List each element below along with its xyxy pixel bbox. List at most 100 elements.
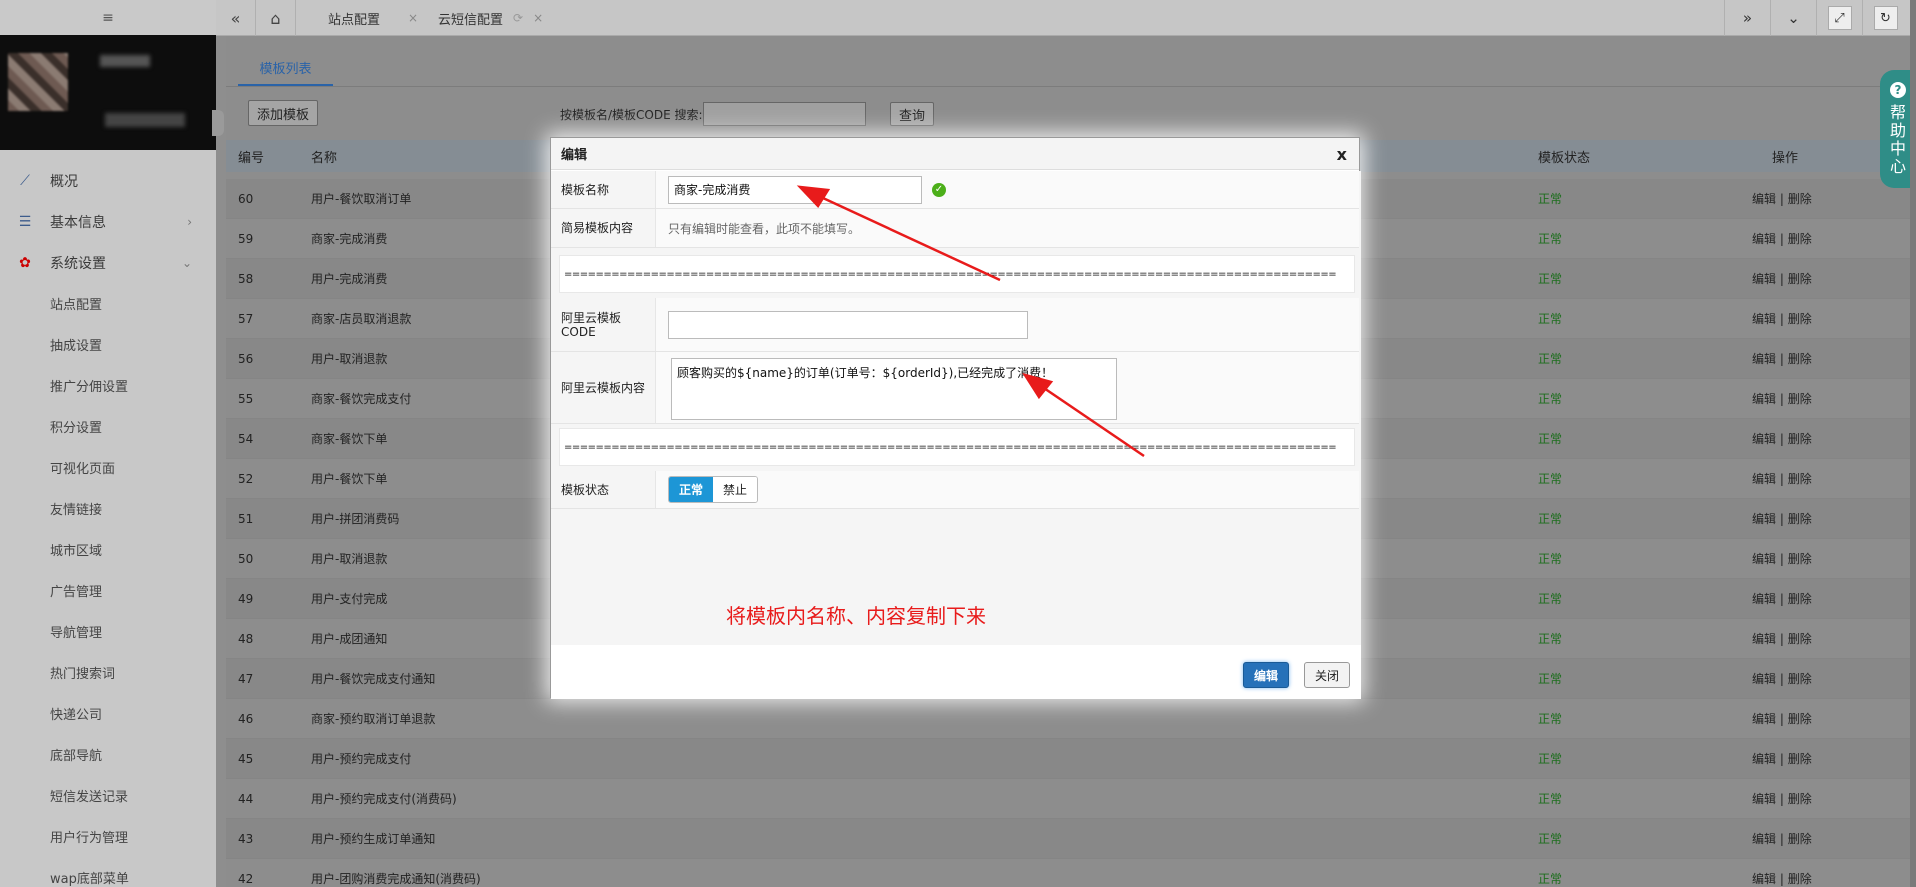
delete-link[interactable]: 删除 <box>1788 632 1812 646</box>
scrollbar[interactable] <box>1910 0 1916 887</box>
cell-id: 60 <box>238 191 254 206</box>
search-button[interactable]: 查询 <box>890 102 935 126</box>
close-icon[interactable]: × <box>533 11 543 25</box>
edit-link[interactable]: 编辑 <box>1752 552 1776 566</box>
edit-link[interactable]: 编辑 <box>1752 712 1776 726</box>
divider <box>226 86 1916 87</box>
edit-link[interactable]: 编辑 <box>1752 192 1776 206</box>
delete-link[interactable]: 删除 <box>1788 552 1812 566</box>
edit-link[interactable]: 编辑 <box>1752 672 1776 686</box>
sidebar-collapse-handle[interactable] <box>212 110 224 136</box>
tab-sms-config[interactable]: 云短信配置 ⟳ × <box>438 0 543 36</box>
refresh-icon[interactable]: ⟳ <box>513 11 523 25</box>
sidebar-subitem[interactable]: 城市区域 <box>0 529 216 570</box>
template-content-textarea[interactable]: 顾客购买的${name}的订单(订单号：${orderId}),已经完成了消费！ <box>671 358 1117 420</box>
sidebar-subitem[interactable]: 快递公司 <box>0 693 216 734</box>
sidebar-subitem[interactable]: 底部导航 <box>0 734 216 775</box>
column-header-name: 名称 <box>311 150 338 166</box>
cell-name: 用户-取消退款 <box>311 352 388 366</box>
sidebar-subitem[interactable]: 抽成设置 <box>0 324 216 365</box>
delete-link[interactable]: 删除 <box>1788 792 1812 806</box>
edit-link[interactable]: 编辑 <box>1752 832 1776 846</box>
edit-button[interactable]: 编辑 <box>1243 662 1289 688</box>
scroll-tabs-right-button[interactable]: » <box>1724 0 1770 36</box>
edit-link[interactable]: 编辑 <box>1752 312 1776 326</box>
list-icon: ☰ <box>18 213 32 230</box>
avatar <box>8 53 68 111</box>
cell-id: 47 <box>238 671 254 686</box>
sidebar-subitem[interactable]: 友情链接 <box>0 488 216 529</box>
delete-link[interactable]: 删除 <box>1788 352 1812 366</box>
edit-link[interactable]: 编辑 <box>1752 792 1776 806</box>
op-separator: | <box>1779 472 1784 486</box>
scroll-tabs-left-button[interactable]: « <box>216 0 256 36</box>
edit-link[interactable]: 编辑 <box>1752 352 1776 366</box>
delete-link[interactable]: 删除 <box>1788 672 1812 686</box>
sidebar-item-overview[interactable]: ⟋ 概况 <box>0 160 216 201</box>
menu-toggle-icon[interactable]: ≡ <box>0 0 216 35</box>
status-toggle: 正常 禁止 <box>668 476 759 503</box>
field-label: 阿里云模板CODE <box>551 298 656 351</box>
delete-link[interactable]: 删除 <box>1788 232 1812 246</box>
cell-name: 商家-预约取消订单退款 <box>311 712 436 726</box>
delete-link[interactable]: 删除 <box>1788 392 1812 406</box>
home-icon[interactable]: ⌂ <box>256 0 296 36</box>
sidebar-subitem[interactable]: 积分设置 <box>0 406 216 447</box>
edit-link[interactable]: 编辑 <box>1752 472 1776 486</box>
sidebar-subitem[interactable]: wap底部菜单 <box>0 857 216 887</box>
cell-ops: 编辑 | 删除 <box>1752 630 1812 647</box>
field-hint: 只有编辑时能查看，此项不能填写。 <box>668 221 861 236</box>
search-input[interactable] <box>703 102 866 126</box>
tabs-dropdown-button[interactable]: ⌄ <box>1770 0 1816 36</box>
sidebar-subitem[interactable]: 热门搜索词 <box>0 652 216 693</box>
cell-name: 用户-预约完成支付 <box>311 752 412 766</box>
cell-ops: 编辑 | 删除 <box>1752 350 1812 367</box>
delete-link[interactable]: 删除 <box>1788 192 1812 206</box>
template-code-input[interactable] <box>668 310 1028 339</box>
delete-link[interactable]: 删除 <box>1788 832 1812 846</box>
sidebar-item-system-settings[interactable]: ✿ 系统设置 ⌄ <box>0 242 216 283</box>
delete-link[interactable]: 删除 <box>1788 432 1812 446</box>
tab-site-config[interactable]: 站点配置 × <box>328 0 418 36</box>
sidebar-subitem[interactable]: 推广分佣设置 <box>0 365 216 406</box>
field-row-name: 模板名称 商家-完成消费 ✓ <box>551 171 1359 209</box>
edit-link[interactable]: 编辑 <box>1752 632 1776 646</box>
close-icon[interactable]: x <box>1337 145 1347 164</box>
cell-status: 正常 <box>1538 832 1563 846</box>
delete-link[interactable]: 删除 <box>1788 872 1812 886</box>
delete-link[interactable]: 删除 <box>1788 592 1812 606</box>
fullscreen-button[interactable]: ⤢ <box>1816 0 1862 36</box>
sidebar-subitem[interactable]: 站点配置 <box>0 283 216 324</box>
edit-link[interactable]: 编辑 <box>1752 272 1776 286</box>
table-row: 46 商家-预约取消订单退款 正常 编辑 | 删除 <box>226 699 1916 739</box>
op-separator: | <box>1779 752 1784 766</box>
sidebar-subitem[interactable]: 短信发送记录 <box>0 775 216 816</box>
edit-link[interactable]: 编辑 <box>1752 432 1776 446</box>
add-template-button[interactable]: 添加模板 <box>248 100 319 126</box>
close-icon[interactable]: × <box>408 11 418 25</box>
sidebar-subitem[interactable]: 广告管理 <box>0 570 216 611</box>
status-disabled-option[interactable]: 禁止 <box>713 477 758 502</box>
edit-link[interactable]: 编辑 <box>1752 512 1776 526</box>
delete-link[interactable]: 删除 <box>1788 752 1812 766</box>
edit-link[interactable]: 编辑 <box>1752 392 1776 406</box>
sidebar-subitem[interactable]: 可视化页面 <box>0 447 216 488</box>
delete-link[interactable]: 删除 <box>1788 712 1812 726</box>
sidebar-subitem[interactable]: 导航管理 <box>0 611 216 652</box>
tab-template-list[interactable]: 模板列表 <box>238 50 333 86</box>
edit-link[interactable]: 编辑 <box>1752 232 1776 246</box>
reload-button[interactable]: ↻ <box>1862 0 1908 36</box>
delete-link[interactable]: 删除 <box>1788 312 1812 326</box>
sidebar-item-basic-info[interactable]: ☰ 基本信息 › <box>0 201 216 242</box>
edit-link[interactable]: 编辑 <box>1752 872 1776 886</box>
delete-link[interactable]: 删除 <box>1788 472 1812 486</box>
template-name-input[interactable]: 商家-完成消费 <box>668 175 922 204</box>
delete-link[interactable]: 删除 <box>1788 272 1812 286</box>
sidebar-subitem[interactable]: 用户行为管理 <box>0 816 216 857</box>
delete-link[interactable]: 删除 <box>1788 512 1812 526</box>
dialog-body: 模板名称 商家-完成消费 ✓ 简易模板内容 只有编辑时能查看，此项不能填写。 =… <box>551 171 1361 645</box>
edit-link[interactable]: 编辑 <box>1752 752 1776 766</box>
status-normal-option[interactable]: 正常 <box>669 477 714 502</box>
edit-link[interactable]: 编辑 <box>1752 592 1776 606</box>
close-button[interactable]: 关闭 <box>1304 662 1350 688</box>
